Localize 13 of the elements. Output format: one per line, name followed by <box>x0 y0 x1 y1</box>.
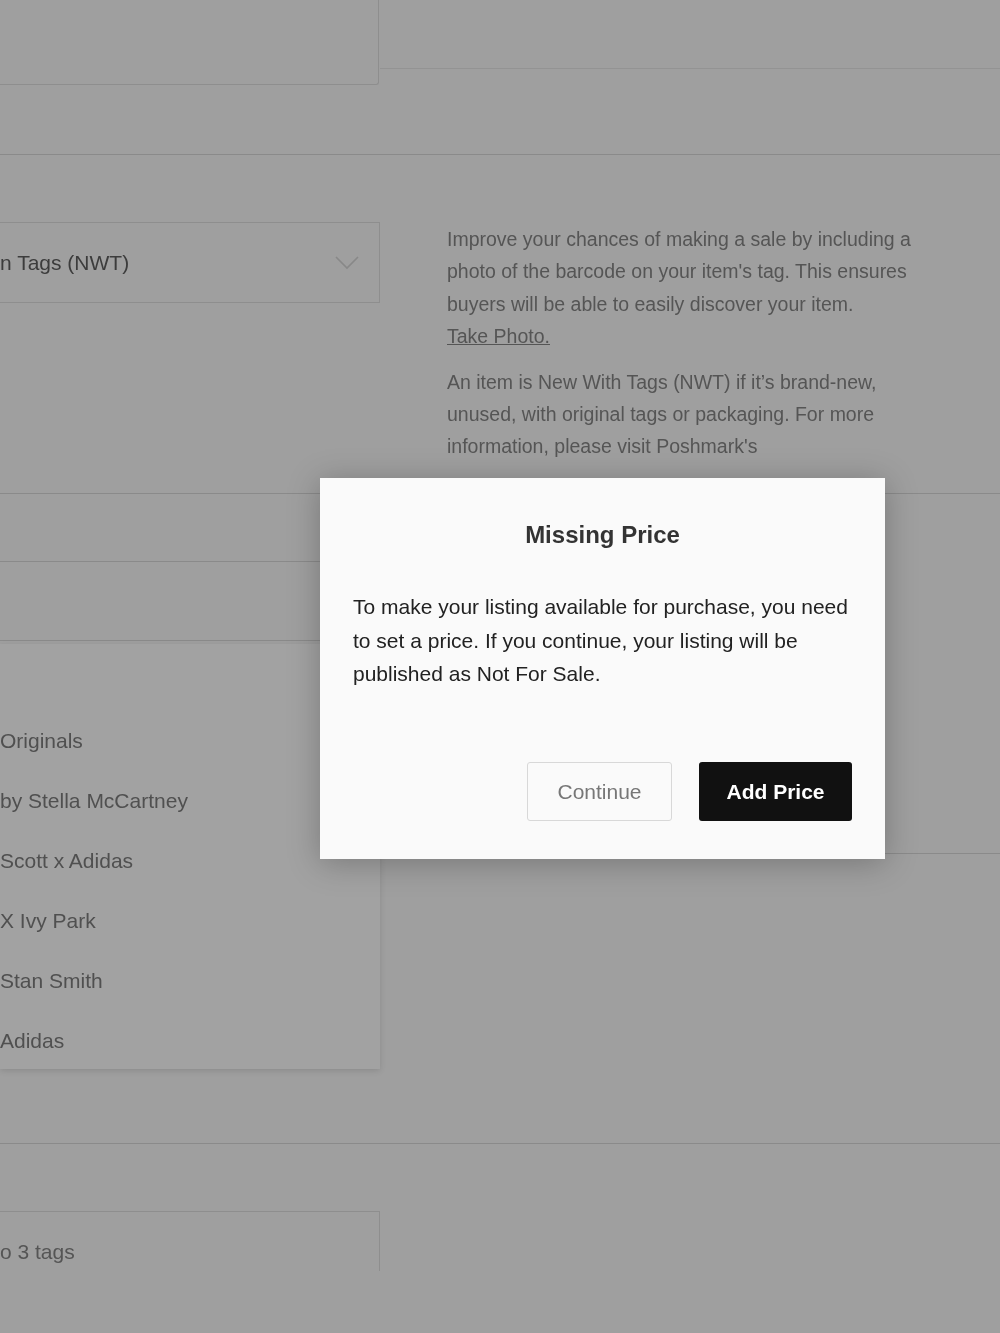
dialog-title: Missing Price <box>524 520 681 550</box>
dialog-message: To make your listing available for purchase, you need to set a price. If you continue, your listing will be published as Not For Sale. <box>353 594 849 687</box>
brand-option[interactable]: X Ivy Park <box>0 909 380 969</box>
continue-button[interactable]: Continue <box>527 762 672 821</box>
take-photo-link[interactable]: Take Photo. <box>447 325 550 348</box>
brand-option[interactable]: Adidas <box>0 1029 380 1089</box>
condition-select[interactable]: n Tags (NWT) <box>0 222 380 303</box>
nwt-info-text: An item is New With Tags (NWT) if it’s brand-new, unused, with original tags or packaging. For more information, please visit Poshmark's <box>447 369 878 460</box>
brand-option[interactable]: Stan Smith <box>0 969 380 1029</box>
barcode-info-text: Improve your chances of making a sale by including a photo of the barcode on your item's tag. This ensures buyers will be able to easily discover your item. Take Photo. <box>447 227 912 350</box>
tags-field[interactable]: o 3 tags <box>0 1211 380 1271</box>
brand-option[interactable]: Scott x Adidas <box>0 849 380 909</box>
add-price-button[interactable]: Add Price <box>699 762 852 821</box>
